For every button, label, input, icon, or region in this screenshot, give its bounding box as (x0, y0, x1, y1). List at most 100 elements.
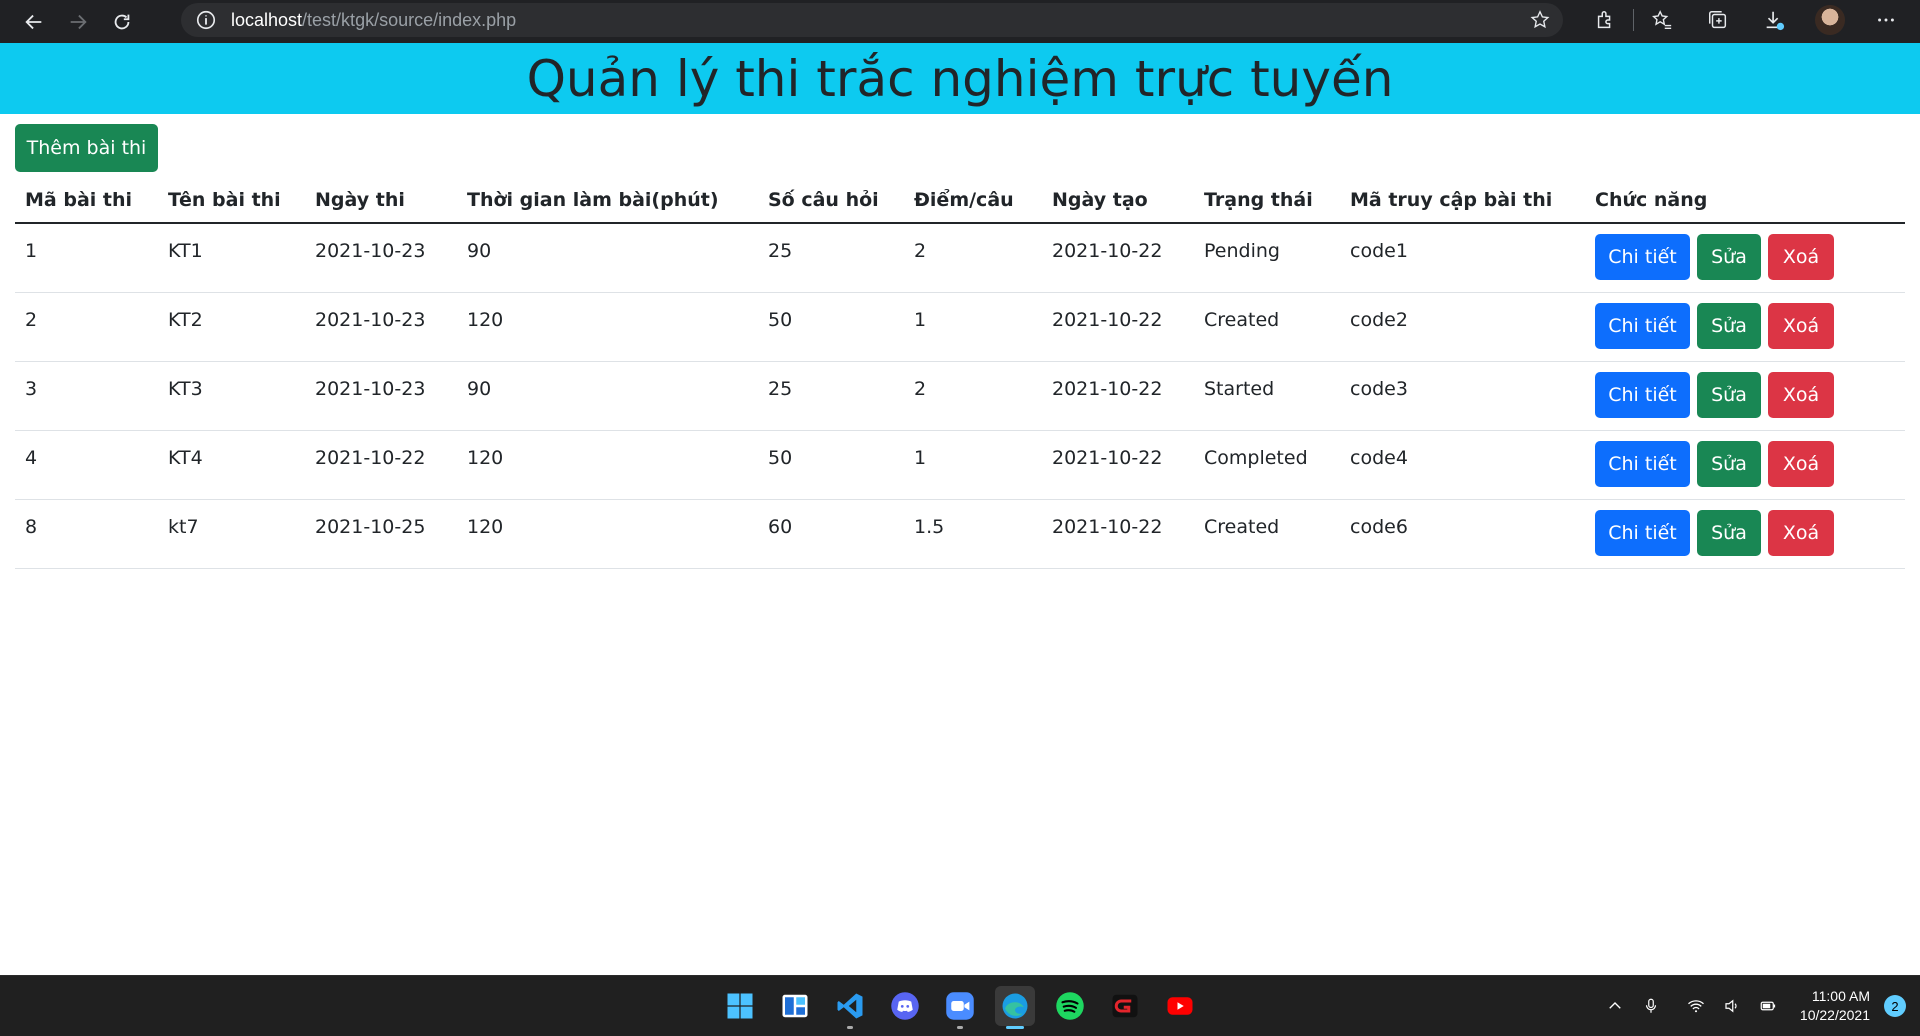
edit-button[interactable]: Sửa (1697, 510, 1761, 556)
wifi-icon[interactable] (1681, 991, 1711, 1021)
exam-id-cell: 1 (15, 223, 158, 293)
edit-button[interactable]: Sửa (1697, 441, 1761, 487)
cell-text: 2021-10-22 (1052, 378, 1163, 400)
column-header: Ngày tạo (1042, 178, 1194, 224)
cell-text: 1 (914, 447, 927, 469)
status-cell: Created (1194, 292, 1340, 362)
delete-button[interactable]: Xoá (1768, 303, 1834, 349)
collections-button[interactable] (1690, 0, 1746, 40)
edit-button[interactable]: Sửa (1697, 234, 1761, 280)
column-header: Điểm/câu (904, 178, 1042, 224)
notification-badge[interactable]: 2 (1884, 995, 1906, 1017)
url-text[interactable]: localhost/test/ktgk/source/index.php (231, 10, 516, 31)
access-code-cell: code3 (1340, 361, 1585, 431)
detail-button[interactable]: Chi tiết (1595, 234, 1690, 280)
cell-text: 60 (768, 516, 793, 538)
refresh-button[interactable] (100, 2, 144, 42)
spotify-icon[interactable] (1050, 986, 1090, 1026)
question-count-cell: 50 (758, 292, 904, 362)
spotify-glyph (1056, 992, 1084, 1020)
settings-menu-button[interactable] (1858, 0, 1914, 40)
detail-button[interactable]: Chi tiết (1595, 372, 1690, 418)
cell-text: 90 (467, 378, 492, 400)
cell-text: 2 (25, 309, 38, 331)
add-favorite-icon[interactable] (1529, 9, 1551, 31)
cell-text: code1 (1350, 240, 1408, 262)
favorites-button[interactable] (1634, 0, 1690, 40)
delete-button[interactable]: Xoá (1768, 234, 1834, 280)
favorites-icon (1652, 10, 1672, 29)
delete-button[interactable]: Xoá (1768, 510, 1834, 556)
windows-start-icon[interactable] (720, 986, 760, 1026)
column-header: Chức năng (1585, 178, 1905, 224)
cell-text: Created (1204, 516, 1280, 538)
widgets-glyph (782, 994, 808, 1018)
created-date-cell: 2021-10-22 (1042, 223, 1194, 293)
back-button[interactable] (12, 2, 56, 42)
extensions-button[interactable] (1577, 0, 1633, 40)
volume-icon[interactable] (1717, 991, 1747, 1021)
cell-text: 2021-10-25 (315, 516, 426, 538)
detail-button[interactable]: Chi tiết (1595, 510, 1690, 556)
row-actions: Chi tiết Sửa Xoá (1595, 441, 1905, 487)
exam-name-cell: KT4 (158, 430, 305, 500)
zoom-icon[interactable] (940, 986, 980, 1029)
edge-icon[interactable] (995, 986, 1035, 1029)
cell-text: code4 (1350, 447, 1408, 469)
vscode-icon[interactable] (830, 986, 870, 1029)
add-exam-button[interactable]: Thêm bài thi (15, 124, 158, 172)
cell-text: Pending (1204, 240, 1280, 262)
question-count-cell: 50 (758, 430, 904, 500)
detail-button[interactable]: Chi tiết (1595, 441, 1690, 487)
table-row: 3 KT3 2021-10-23 90 25 2 2021-10-22 Star… (15, 361, 1905, 431)
detail-button[interactable]: Chi tiết (1595, 303, 1690, 349)
exam-id-cell: 3 (15, 361, 158, 431)
garena-icon[interactable] (1105, 986, 1145, 1026)
widgets-icon[interactable] (775, 986, 815, 1026)
downloads-button[interactable] (1746, 0, 1802, 40)
refresh-icon (114, 14, 130, 29)
chevron-up-icon[interactable] (1600, 991, 1630, 1021)
exam-name-cell: kt7 (158, 499, 305, 569)
profile-button[interactable] (1802, 0, 1858, 40)
cell-text: 2021-10-22 (1052, 447, 1163, 469)
actions-cell: Chi tiết Sửa Xoá (1585, 361, 1905, 431)
exam-id-cell: 8 (15, 499, 158, 569)
points-per-question-cell: 2 (904, 361, 1042, 431)
row-actions: Chi tiết Sửa Xoá (1595, 372, 1905, 418)
youtube-icon[interactable] (1160, 986, 1200, 1026)
running-indicator (957, 1026, 963, 1029)
battery-icon[interactable] (1753, 991, 1783, 1021)
column-header: Mã bài thi (15, 178, 158, 224)
clock[interactable]: 11:00 AM 10/22/2021 (1800, 987, 1870, 1025)
table-header-row: Mã bài thi Tên bài thi Ngày thi Thời gia… (15, 178, 1905, 224)
cell-text: 50 (768, 309, 793, 331)
cell-text: KT4 (168, 447, 203, 469)
discord-glyph (891, 992, 919, 1020)
cell-text: 1.5 (914, 516, 945, 538)
cell-text: 2 (914, 378, 927, 400)
address-bar[interactable]: localhost/test/ktgk/source/index.php (181, 3, 1563, 37)
row-actions: Chi tiết Sửa Xoá (1595, 234, 1905, 280)
exam-id-cell: 2 (15, 292, 158, 362)
info-icon[interactable] (195, 9, 217, 31)
edit-button[interactable]: Sửa (1697, 372, 1761, 418)
duration-cell: 120 (457, 292, 758, 362)
access-code-cell: code6 (1340, 499, 1585, 569)
actions-cell: Chi tiết Sửa Xoá (1585, 430, 1905, 500)
forward-button[interactable] (56, 2, 100, 42)
exam-date-cell: 2021-10-23 (305, 292, 457, 362)
cell-text: 8 (25, 516, 38, 538)
column-header: Trạng thái (1194, 178, 1340, 224)
taskbar-apps (720, 976, 1200, 1036)
microphone-icon[interactable] (1636, 991, 1666, 1021)
delete-button[interactable]: Xoá (1768, 441, 1834, 487)
delete-button[interactable]: Xoá (1768, 372, 1834, 418)
table-row: 4 KT4 2021-10-22 120 50 1 2021-10-22 Com… (15, 430, 1905, 500)
edit-button[interactable]: Sửa (1697, 303, 1761, 349)
duration-cell: 120 (457, 430, 758, 500)
discord-icon[interactable] (885, 986, 925, 1026)
zoom-glyph (946, 992, 974, 1020)
cell-text: code2 (1350, 309, 1408, 331)
access-code-cell: code2 (1340, 292, 1585, 362)
